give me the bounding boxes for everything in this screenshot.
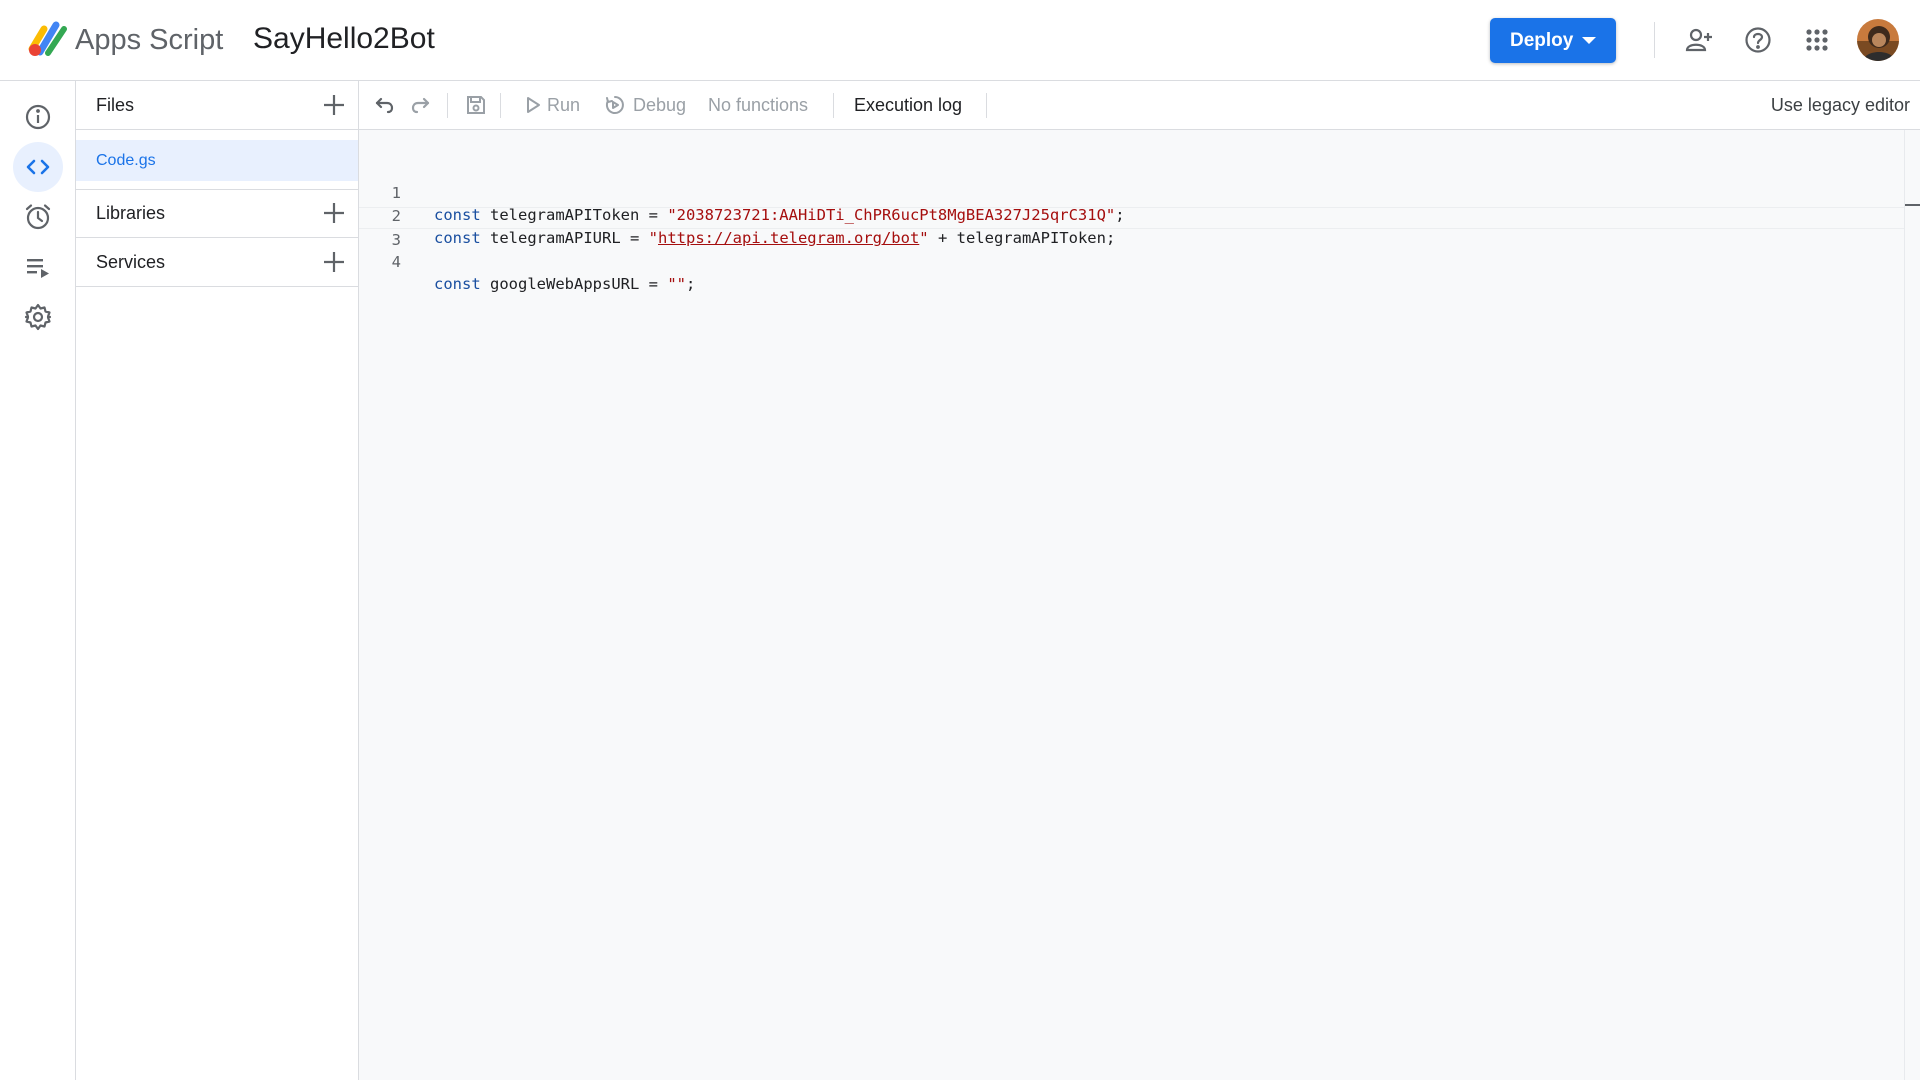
save-floppy-icon bbox=[467, 96, 485, 114]
libraries-section-header: Libraries bbox=[76, 189, 358, 237]
panel-divider bbox=[76, 129, 358, 130]
add-library-plus-icon[interactable] bbox=[320, 199, 348, 227]
code-line-1[interactable]: 1 const telegramAPIToken = "2038723721:A… bbox=[359, 160, 1904, 224]
toolbar-divider bbox=[986, 93, 987, 118]
undo-button[interactable] bbox=[371, 81, 399, 129]
function-select-value: No functions bbox=[708, 95, 809, 115]
deploy-label: Deploy bbox=[1510, 30, 1574, 51]
execution-log-button[interactable]: Execution log bbox=[854, 81, 962, 129]
info-icon bbox=[25, 104, 51, 130]
code-line-3[interactable]: 3 bbox=[359, 207, 1904, 249]
alarm-clock-icon bbox=[25, 204, 51, 230]
run-button[interactable]: Run bbox=[525, 81, 580, 129]
deploy-button[interactable]: Deploy bbox=[1490, 18, 1616, 63]
execution-log-label: Execution log bbox=[854, 95, 963, 115]
toolbar-divider bbox=[500, 93, 501, 118]
save-button[interactable] bbox=[462, 81, 490, 129]
google-apps-grid-icon[interactable] bbox=[1799, 22, 1835, 58]
toolbar-divider bbox=[447, 93, 448, 118]
panel-divider bbox=[76, 286, 358, 287]
project-title[interactable]: SayHello2Bot bbox=[253, 20, 435, 58]
add-service-plus-icon[interactable] bbox=[320, 248, 348, 276]
executions-list-icon bbox=[27, 259, 49, 278]
gear-icon bbox=[24, 303, 52, 331]
identifier: googleWebAppsURL = bbox=[480, 275, 668, 293]
rail-item-overview[interactable] bbox=[13, 92, 63, 142]
rail-item-executions[interactable] bbox=[13, 242, 63, 292]
rail-item-project-settings[interactable] bbox=[13, 292, 63, 342]
help-icon[interactable] bbox=[1740, 22, 1776, 58]
share-add-person-icon[interactable] bbox=[1681, 22, 1717, 58]
use-legacy-editor-link[interactable]: Use legacy editor bbox=[1771, 81, 1910, 129]
app-name[interactable]: Apps Script bbox=[75, 22, 223, 58]
caret-down-icon[interactable] bbox=[1582, 37, 1596, 44]
debug-button[interactable]: Debug bbox=[605, 81, 686, 129]
scrollbar-cursor-marker bbox=[1905, 204, 1920, 206]
file-item-code-gs[interactable]: Code.gs bbox=[76, 140, 358, 181]
use-legacy-editor-label: Use legacy editor bbox=[1770, 95, 1910, 115]
services-section-header: Services bbox=[76, 238, 358, 286]
files-label: Files bbox=[96, 95, 135, 115]
redo-icon bbox=[411, 97, 430, 114]
function-select[interactable]: No functions bbox=[708, 81, 808, 129]
header-divider bbox=[1654, 22, 1655, 58]
code-text: const googleWebAppsURL = ""; bbox=[434, 273, 695, 295]
string-literal: "" bbox=[667, 275, 686, 293]
undo-icon bbox=[375, 97, 394, 114]
play-icon bbox=[527, 97, 540, 113]
libraries-label: Libraries bbox=[96, 203, 166, 223]
code-line-4[interactable]: 4 const googleWebAppsURL = ""; bbox=[359, 229, 1904, 293]
redo-button[interactable] bbox=[406, 81, 434, 129]
files-section-header: Files bbox=[76, 81, 358, 129]
files-panel: Files Code.gs Libraries Services bbox=[76, 81, 359, 1080]
keyword: const bbox=[434, 275, 481, 293]
run-label: Run bbox=[547, 95, 581, 115]
services-label: Services bbox=[96, 252, 166, 272]
account-avatar[interactable] bbox=[1857, 19, 1899, 61]
editor-scrollbar[interactable] bbox=[1904, 130, 1920, 1080]
editor-toolbar: Run Debug No functions Execution log Use… bbox=[359, 81, 1920, 130]
code-icon bbox=[26, 159, 50, 175]
code-editor[interactable]: 1 const telegramAPIToken = "2038723721:A… bbox=[359, 130, 1904, 1080]
line-number: 4 bbox=[391, 253, 401, 271]
file-name: Code.gs bbox=[96, 152, 156, 169]
top-bar: Apps Script SayHello2Bot Deploy bbox=[0, 0, 1920, 81]
rail-item-editor[interactable] bbox=[13, 142, 63, 192]
debug-label: Debug bbox=[633, 95, 687, 115]
debug-icon bbox=[605, 96, 624, 114]
punctuation: ; bbox=[685, 275, 696, 293]
code-line-2[interactable]: 2 const telegramAPIURL = "https://api.te… bbox=[359, 183, 1904, 247]
rail-item-triggers[interactable] bbox=[13, 192, 63, 242]
apps-script-logo-icon[interactable] bbox=[26, 19, 68, 57]
left-rail bbox=[0, 81, 76, 1080]
toolbar-divider bbox=[833, 93, 834, 118]
add-file-plus-icon[interactable] bbox=[320, 91, 348, 119]
